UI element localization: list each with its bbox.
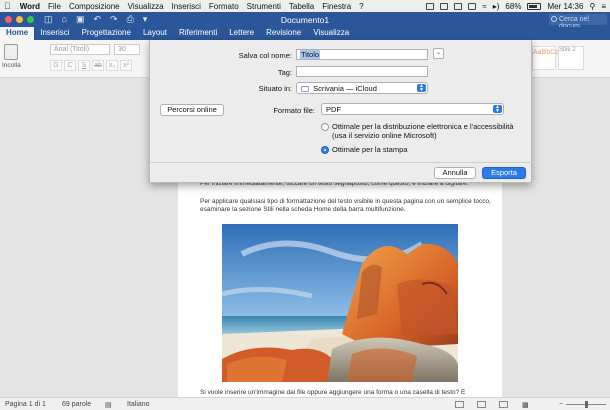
expand-dialog-button[interactable]: ⌄ xyxy=(433,48,444,59)
page-count[interactable]: Pagina 1 di 1 xyxy=(5,401,46,408)
menu-strumenti[interactable]: Strumenti xyxy=(247,2,281,11)
option-online-label-line2: (usa il servizio online Microsoft) xyxy=(332,131,437,140)
status-bar: Pagina 1 di 1 69 parole ▤ Italiano ▩ − xyxy=(0,397,610,410)
file-format-chevron-icon: ▲ ▼ xyxy=(493,105,502,114)
clock[interactable]: Mer 14:36 xyxy=(547,2,583,11)
option-online-radio[interactable] xyxy=(321,123,329,131)
search-document-field[interactable]: Cerca nel docum xyxy=(549,14,607,30)
tab-revisione[interactable]: Revisione xyxy=(260,27,307,40)
option-print-label[interactable]: Ottimale per la stampa xyxy=(332,145,407,154)
online-locations-button[interactable]: Percorsi online xyxy=(160,104,224,116)
word-count[interactable]: 69 parole xyxy=(62,401,91,408)
ribbon-tabs: Home Inserisci Progettazione Layout Rife… xyxy=(0,27,610,40)
file-format-label: Formato file: xyxy=(273,106,315,115)
document-title: Documento1 xyxy=(280,15,330,25)
font-size-select[interactable]: 30 xyxy=(114,44,140,55)
strikethrough-icon[interactable]: ab xyxy=(92,60,104,71)
option-print-radio[interactable] xyxy=(321,146,329,154)
menu-finestra[interactable]: Finestra xyxy=(322,2,351,11)
cancel-button[interactable]: Annulla xyxy=(434,167,476,179)
menu-tabella[interactable]: Tabella xyxy=(289,2,314,11)
print-layout-view-icon[interactable] xyxy=(455,401,464,408)
document-paragraph-3[interactable]: Si vuole inserire un'immagine dai file o… xyxy=(200,389,492,397)
location-select[interactable]: Scrivania — iCloud ▲ ▼ xyxy=(296,82,428,94)
tab-home[interactable]: Home xyxy=(0,27,35,40)
style-preview-1[interactable]: AaBbCcDd xyxy=(532,46,568,70)
language-label[interactable]: Italiano xyxy=(127,401,150,408)
notification-center-icon[interactable]: ≡ xyxy=(601,2,606,11)
macos-menu-bar:  Word File Composizione Visualizza Inse… xyxy=(0,0,610,12)
dropbox-icon[interactable] xyxy=(454,2,463,10)
export-dialog: Salva col nome: Titolo ⌄ Tag: Situato in… xyxy=(149,40,533,183)
tab-progettazione[interactable]: Progettazione xyxy=(76,27,137,40)
dialog-divider xyxy=(150,162,533,163)
save-as-label: Salva col nome: xyxy=(238,51,292,60)
location-chevron-icon: ▲ ▼ xyxy=(417,84,426,93)
paste-button[interactable]: Incolla xyxy=(2,44,22,74)
menu-inserisci[interactable]: Inserisci xyxy=(172,2,201,11)
tab-lettere[interactable]: Lettere xyxy=(223,27,260,40)
format-buttons: G C S ab x₂ x² xyxy=(50,60,132,71)
font-name-select[interactable]: Arial (Titoli) xyxy=(50,44,110,55)
file-format-value: PDF xyxy=(326,105,341,114)
outline-view-icon[interactable] xyxy=(499,401,508,408)
bold-icon[interactable]: G xyxy=(50,60,62,71)
file-format-select[interactable]: PDF ▲ ▼ xyxy=(321,103,504,115)
menu-file[interactable]: File xyxy=(48,2,61,11)
location-label: Situato in: xyxy=(258,84,292,93)
menu-composizione[interactable]: Composizione xyxy=(69,2,120,11)
menu-formato[interactable]: Formato xyxy=(209,2,239,11)
window-title-bar: ◫ ⌂ ▣ ↶ ↷ ⎙ ▾ Documento1 Cerca nel docum xyxy=(0,12,610,30)
document-paragraph-2[interactable]: Per applicare qualsiasi tipo di formatta… xyxy=(200,198,492,214)
location-value: Scrivania — iCloud xyxy=(313,84,377,93)
subscript-icon[interactable]: x₂ xyxy=(106,60,118,71)
document-image-beach-rocks[interactable] xyxy=(222,224,458,382)
italic-icon[interactable]: C xyxy=(64,60,76,71)
search-icon xyxy=(551,16,557,22)
menu-app-word[interactable]: Word xyxy=(20,2,40,11)
save-as-value: Titolo xyxy=(300,50,321,59)
beach-photo xyxy=(222,224,458,382)
zoom-out-icon[interactable]: − xyxy=(559,401,563,408)
tab-layout[interactable]: Layout xyxy=(137,27,173,40)
skype-icon[interactable] xyxy=(440,2,449,10)
option-online-label-line1[interactable]: Ottimale per la distribuzione elettronic… xyxy=(332,122,514,131)
battery-percent: 68% xyxy=(505,1,522,11)
wifi-icon[interactable]: ≈ xyxy=(482,2,486,11)
folder-icon xyxy=(301,86,309,93)
export-button[interactable]: Esporta xyxy=(482,167,526,179)
tab-visualizza[interactable]: Visualizza xyxy=(307,27,355,40)
save-as-field[interactable]: Titolo xyxy=(296,49,428,60)
tab-inserisci[interactable]: Inserisci xyxy=(34,27,75,40)
tags-label: Tag: xyxy=(277,68,292,77)
bluetooth-icon[interactable] xyxy=(468,2,477,10)
apple-icon[interactable]:  xyxy=(4,1,11,11)
battery-icon[interactable] xyxy=(527,2,542,10)
extension-icon[interactable] xyxy=(426,2,435,10)
tab-riferimenti[interactable]: Riferimenti xyxy=(173,27,223,40)
menu-visualizza[interactable]: Visualizza xyxy=(128,2,164,11)
spotlight-icon[interactable]: ⚲ xyxy=(589,2,595,11)
proofing-icon[interactable]: ▤ xyxy=(105,401,112,409)
focus-icon[interactable]: ▩ xyxy=(522,401,529,409)
menu-help[interactable]: ? xyxy=(359,2,363,11)
tags-field[interactable] xyxy=(296,66,428,77)
web-layout-view-icon[interactable] xyxy=(477,401,486,408)
underline-icon[interactable]: S xyxy=(78,60,90,71)
style-preview-2[interactable]: Stile 2 xyxy=(558,46,584,70)
superscript-icon[interactable]: x² xyxy=(120,60,132,71)
zoom-slider-knob[interactable] xyxy=(585,401,588,408)
clipboard-icon xyxy=(4,44,18,60)
volume-icon[interactable]: ▸) xyxy=(493,2,500,11)
paste-label: Incolla xyxy=(2,62,21,69)
